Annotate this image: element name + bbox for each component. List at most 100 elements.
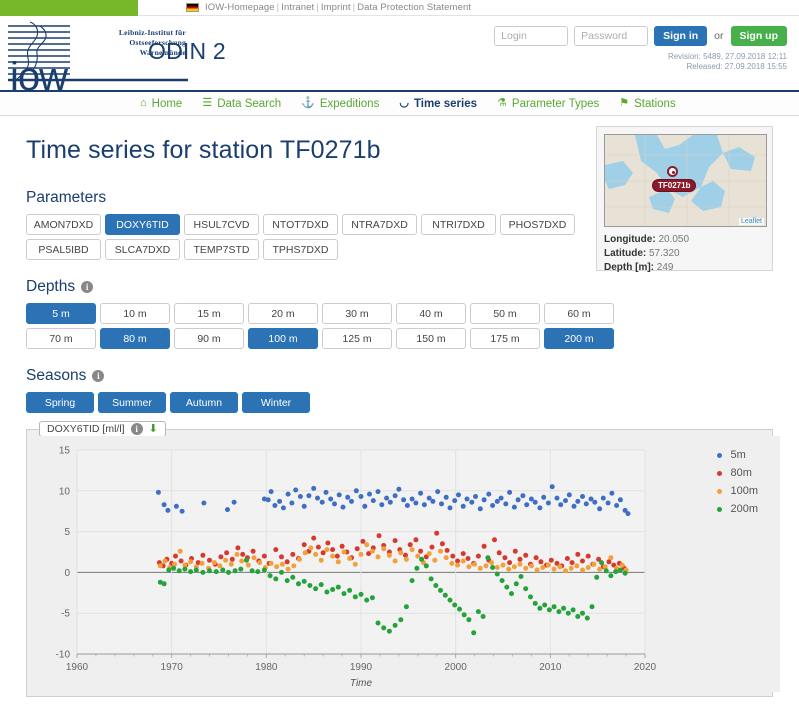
nav-label-home: Home: [152, 98, 183, 110]
svg-text:1970: 1970: [161, 662, 184, 673]
depths-row-2: 70 m 80 m 90 m 100 m 125 m 150 m 175 m 2…: [26, 328, 773, 349]
legend-marker-80m: [717, 471, 722, 476]
parameter-chip[interactable]: NTRA7DXD: [342, 214, 417, 235]
legend-marker-5m: [717, 453, 722, 458]
nav-item-time-series[interactable]: ◡ Time series: [399, 98, 477, 110]
download-icon[interactable]: ⬇: [149, 424, 158, 435]
latitude-row: Latitude: 57.320: [604, 247, 765, 261]
nav-item-stations[interactable]: ⚑ Stations: [619, 98, 675, 110]
parameter-chip[interactable]: TPHS7DXD: [263, 239, 338, 260]
chart-svg: -10-50510151960197019801990200020102020T…: [35, 436, 780, 692]
home-icon: ⌂: [140, 98, 147, 109]
depth-chip[interactable]: 30 m: [322, 303, 392, 324]
parameter-label: HSUL7CVD: [193, 219, 249, 231]
password-input[interactable]: [574, 26, 648, 46]
depths-section: Depths i 5 m 10 m 15 m 20 m 30 m 40 m 50…: [26, 278, 773, 349]
depth-chip[interactable]: 60 m: [544, 303, 614, 324]
depth-label: 125 m: [342, 333, 371, 345]
season-chip[interactable]: Summer: [98, 392, 166, 413]
main-content: Time series for station TF0271b: [0, 116, 799, 697]
depth-chip[interactable]: 15 m: [174, 303, 244, 324]
season-chip[interactable]: Winter: [242, 392, 310, 413]
link-imprint[interactable]: Imprint: [321, 2, 351, 13]
parameter-chip[interactable]: HSUL7CVD: [184, 214, 259, 235]
depth-chip[interactable]: 150 m: [396, 328, 466, 349]
parameter-chip[interactable]: NTOT7DXD: [263, 214, 338, 235]
link-data-protection[interactable]: Data Protection Statement: [357, 2, 471, 13]
depth-chip[interactable]: 175 m: [470, 328, 540, 349]
seasons-title: Seasons i: [26, 367, 773, 385]
parameter-chip[interactable]: SLCA7DXD: [105, 239, 180, 260]
top-utility-bar: IOW-Homepage|Intranet|Imprint|Data Prote…: [0, 0, 799, 16]
svg-text:1990: 1990: [350, 662, 373, 673]
parameter-chip[interactable]: AMON7DXD: [26, 214, 101, 235]
station-marker-icon[interactable]: [667, 166, 678, 177]
chart-toolbar: DOXY6TID [ml/l] i ⬇: [39, 421, 166, 437]
link-iow-homepage[interactable]: IOW-Homepage: [205, 2, 275, 13]
parameter-chip[interactable]: NTRI7DXD: [421, 214, 496, 235]
svg-text:5: 5: [64, 527, 70, 538]
depth-label: 60 m: [567, 308, 590, 320]
depth-chip[interactable]: 5 m: [26, 303, 96, 324]
info-icon[interactable]: i: [131, 423, 143, 435]
depth-label: 5 m: [52, 308, 70, 320]
season-chip[interactable]: Spring: [26, 392, 94, 413]
legend-item[interactable]: 5m: [713, 446, 758, 464]
info-icon[interactable]: i: [81, 281, 93, 293]
depth-chip[interactable]: 70 m: [26, 328, 96, 349]
nav-label-parameter-types: Parameter Types: [512, 98, 599, 110]
depth-chip[interactable]: 50 m: [470, 303, 540, 324]
depth-chip[interactable]: 80 m: [100, 328, 170, 349]
depths-title: Depths i: [26, 278, 773, 296]
depth-chip[interactable]: 10 m: [100, 303, 170, 324]
parameter-chip[interactable]: PHOS7DXD: [500, 214, 575, 235]
info-icon[interactable]: i: [92, 370, 104, 382]
depth-chip[interactable]: 40 m: [396, 303, 466, 324]
depth-chip[interactable]: 125 m: [322, 328, 392, 349]
depth-label: 50 m: [493, 308, 516, 320]
nav-label-time-series: Time series: [414, 98, 477, 110]
nav-item-home[interactable]: ⌂ Home: [140, 98, 182, 110]
sign-in-button[interactable]: Sign in: [654, 26, 707, 46]
revision-line: Revision: 5489, 27.09.2018 12:11: [668, 52, 787, 62]
login-input[interactable]: [494, 26, 568, 46]
season-label: Summer: [112, 397, 152, 409]
parameter-chip[interactable]: PSAL5IBD: [26, 239, 101, 260]
legend-item[interactable]: 80m: [713, 464, 758, 482]
legend-item[interactable]: 100m: [713, 482, 758, 500]
parameter-label: NTRI7DXD: [432, 219, 485, 231]
latitude-value: 57.320: [649, 248, 680, 259]
seasons-row: Spring Summer Autumn Winter: [26, 392, 773, 413]
depth-label: 100 m: [268, 333, 297, 345]
depth-label: 10 m: [123, 308, 146, 320]
german-flag-icon[interactable]: [186, 3, 199, 12]
nav-item-data-search[interactable]: ☰ Data Search: [202, 98, 281, 110]
svg-text:2020: 2020: [634, 662, 657, 673]
svg-text:0: 0: [64, 568, 70, 579]
season-chip[interactable]: Autumn: [170, 392, 238, 413]
nav-item-parameter-types[interactable]: ⚗ Parameter Types: [497, 98, 599, 110]
depth-chip[interactable]: 90 m: [174, 328, 244, 349]
parameter-label: PHOS7DXD: [509, 219, 567, 231]
link-intranet[interactable]: Intranet: [281, 2, 314, 13]
nav-label-stations: Stations: [634, 98, 676, 110]
nav-item-expeditions[interactable]: ⚓ Expeditions: [301, 98, 379, 110]
depth-chip[interactable]: 20 m: [248, 303, 318, 324]
depth-label: 90 m: [197, 333, 220, 345]
parameter-chip[interactable]: TEMP7STD: [184, 239, 259, 260]
depth-chip[interactable]: 200 m: [544, 328, 614, 349]
legend-item[interactable]: 200m: [713, 500, 758, 518]
parameter-chip[interactable]: DOXY6TID: [105, 214, 180, 235]
depth-chip[interactable]: 100 m: [248, 328, 318, 349]
station-map[interactable]: TF0271b Leaflet: [604, 134, 767, 227]
parameter-label: TPHS7DXD: [272, 244, 328, 256]
leaflet-attribution[interactable]: Leaflet: [739, 218, 764, 225]
svg-text:1980: 1980: [255, 662, 278, 673]
svg-text:-5: -5: [61, 609, 70, 620]
parameter-label: AMON7DXD: [34, 219, 94, 231]
longitude-value: 20.050: [658, 234, 689, 245]
sign-up-button[interactable]: Sign up: [731, 26, 788, 46]
depth-label: 40 m: [419, 308, 442, 320]
revision-info: Revision: 5489, 27.09.2018 12:11 Release…: [668, 52, 787, 72]
svg-text:15: 15: [59, 446, 71, 457]
